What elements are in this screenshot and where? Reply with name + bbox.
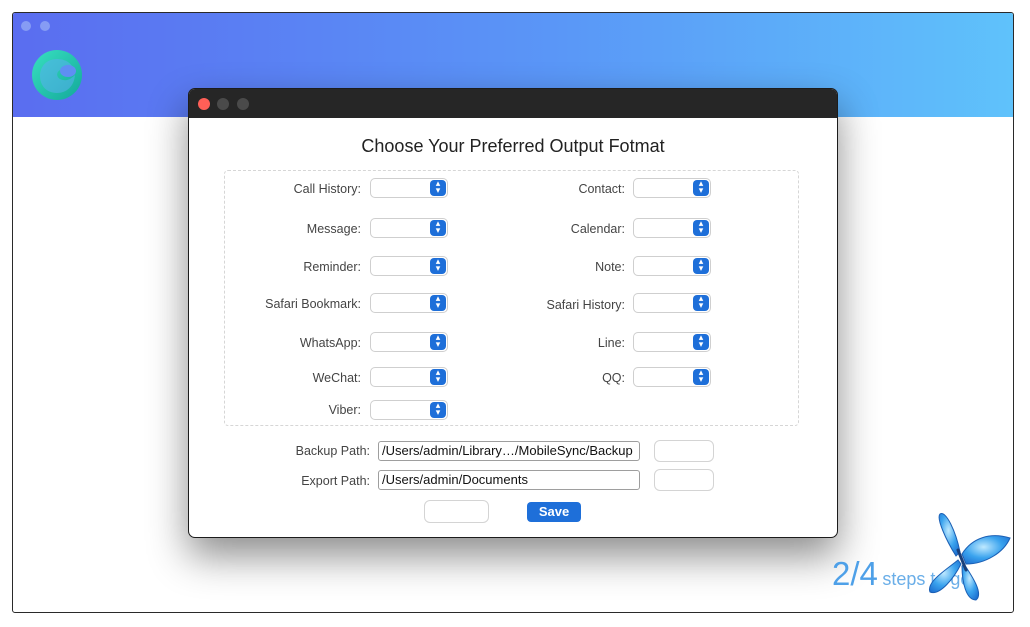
line-format-select[interactable]: ▴ ▾ <box>633 332 711 352</box>
export-path-label: Export Path: <box>301 474 370 488</box>
minimize-button[interactable] <box>217 98 229 110</box>
call-history-label: Call History: <box>293 182 361 196</box>
message-format-select[interactable]: ▴ ▾ <box>370 218 448 238</box>
safari-bookmark-format-select[interactable]: ▴ ▾ <box>370 293 448 313</box>
zoom-button[interactable] <box>237 98 249 110</box>
chevron-updown-icon: ▴ ▾ <box>693 368 709 385</box>
contact-label: Contact: <box>578 182 625 196</box>
reminder-format-select[interactable]: ▴ ▾ <box>370 256 448 276</box>
note-label: Note: <box>595 260 625 274</box>
dialog-title: Choose Your Preferred Output Fotmat <box>361 136 665 156</box>
butterfly-icon <box>929 513 1011 601</box>
qq-format-select[interactable]: ▴ ▾ <box>633 367 711 387</box>
window-close-dot[interactable] <box>21 21 31 31</box>
window-minimize-dot[interactable] <box>40 21 50 31</box>
export-path-field[interactable]: /Users/admin/Documents <box>378 470 640 490</box>
wechat-label: WeChat: <box>312 371 361 385</box>
backup-path-label: Backup Path: <box>295 444 370 458</box>
backup-path-field[interactable]: /Users/admin/Library…/MobileSync/Backup <box>378 441 640 461</box>
backup-path-browse-button[interactable] <box>654 440 714 462</box>
wechat-format-select[interactable]: ▴ ▾ <box>370 367 448 387</box>
message-label: Message: <box>306 222 361 236</box>
close-button[interactable] <box>198 98 210 110</box>
qq-label: QQ: <box>602 371 625 385</box>
chevron-updown-icon: ▴ ▾ <box>693 219 709 236</box>
chevron-updown-icon: ▴ ▾ <box>693 257 709 274</box>
safari-history-label: Safari History: <box>546 298 626 312</box>
chevron-updown-icon: ▴ ▾ <box>693 294 709 311</box>
safari-history-format-select[interactable]: ▴ ▾ <box>633 293 711 313</box>
whatsapp-label: WhatsApp: <box>299 336 361 350</box>
app-logo-icon <box>32 50 82 100</box>
whatsapp-format-select[interactable]: ▴ ▾ <box>370 332 448 352</box>
dialog-titlebar <box>189 89 837 118</box>
note-format-select[interactable]: ▴ ▾ <box>633 256 711 276</box>
viber-label: Viber: <box>328 403 361 417</box>
calendar-label: Calendar: <box>570 222 625 236</box>
chevron-updown-icon: ▴ ▾ <box>693 333 709 350</box>
chevron-updown-icon: ▴ ▾ <box>430 401 446 418</box>
chevron-updown-icon: ▴ ▾ <box>430 368 446 385</box>
viber-format-select[interactable]: ▴ ▾ <box>370 400 448 420</box>
calendar-format-select[interactable]: ▴ ▾ <box>633 218 711 238</box>
export-path-browse-button[interactable] <box>654 469 714 491</box>
chevron-updown-icon: ▴ ▾ <box>430 219 446 236</box>
line-label: Line: <box>597 336 625 350</box>
chevron-updown-icon: ▴ ▾ <box>430 257 446 274</box>
chevron-updown-icon: ▴ ▾ <box>430 179 446 196</box>
chevron-updown-icon: ▴ ▾ <box>693 179 709 196</box>
call-history-format-select[interactable]: ▴ ▾ <box>370 178 448 198</box>
cancel-button[interactable] <box>424 500 489 523</box>
save-button[interactable]: Save <box>527 502 581 522</box>
output-format-dialog: Choose Your Preferred Output Fotmat Call… <box>188 88 838 538</box>
reminder-label: Reminder: <box>303 260 361 274</box>
chevron-updown-icon: ▴ ▾ <box>430 333 446 350</box>
safari-bookmark-label: Safari Bookmark: <box>265 297 361 311</box>
contact-format-select[interactable]: ▴ ▾ <box>633 178 711 198</box>
step-counter: 2/4 <box>832 555 878 592</box>
chevron-updown-icon: ▴ ▾ <box>430 294 446 311</box>
